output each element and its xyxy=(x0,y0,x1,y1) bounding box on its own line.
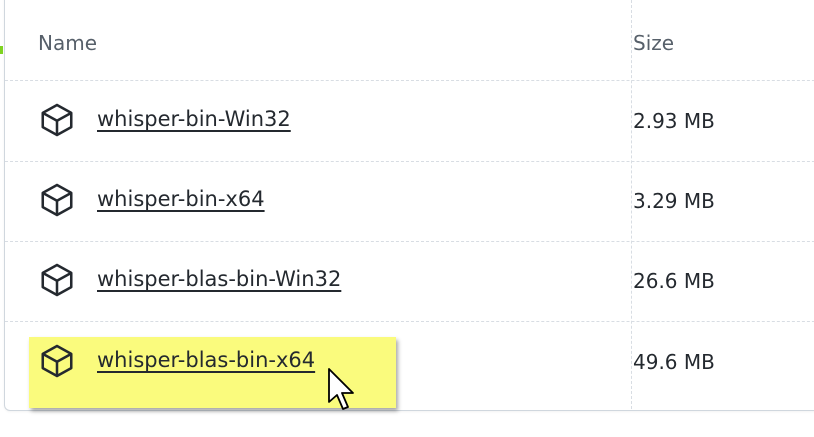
asset-link[interactable]: whisper-blas-bin-Win32 xyxy=(97,267,341,291)
table-row: whisper-blas-bin-x64 49.6 MB xyxy=(5,322,814,402)
table-row: whisper-bin-x64 3.29 MB xyxy=(5,161,814,242)
asset-size: 49.6 MB xyxy=(633,350,715,374)
package-icon xyxy=(38,261,76,299)
asset-link[interactable]: whisper-blas-bin-x64 xyxy=(97,348,315,372)
accent-marker xyxy=(0,46,3,54)
asset-size: 2.93 MB xyxy=(633,109,715,133)
asset-link[interactable]: whisper-bin-x64 xyxy=(97,187,265,211)
table-header-row: Name Size xyxy=(5,0,814,81)
size-column-header: Size xyxy=(633,31,675,55)
package-icon xyxy=(38,342,76,380)
mouse-pointer-icon xyxy=(327,368,357,412)
asset-size: 3.29 MB xyxy=(633,189,715,213)
name-column-header: Name xyxy=(38,31,98,55)
package-icon xyxy=(38,101,76,139)
table-row: whisper-blas-bin-Win32 26.6 MB xyxy=(5,241,814,322)
asset-link[interactable]: whisper-bin-Win32 xyxy=(97,107,291,131)
asset-size: 26.6 MB xyxy=(633,269,715,293)
package-icon xyxy=(38,181,76,219)
table-row: whisper-bin-Win32 2.93 MB xyxy=(5,81,814,162)
